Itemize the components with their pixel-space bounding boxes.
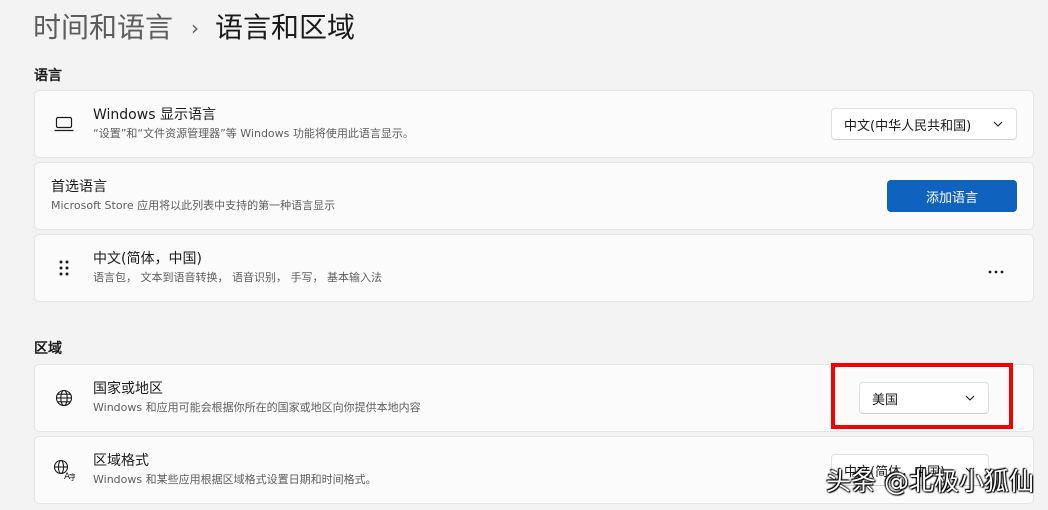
drag-handle-icon[interactable] <box>53 257 75 279</box>
display-language-card: Windows 显示语言 “设置”和“文件资源管理器”等 Windows 功能将… <box>34 90 1034 158</box>
language-item-description: 语言包， 文本到语音转换， 语音识别， 手写， 基本输入法 <box>93 271 382 284</box>
preferred-languages-title: 首选语言 <box>51 179 107 195</box>
watermark-text: 头条 @北极小狐仙 <box>826 467 1034 496</box>
globe-icon <box>53 387 75 409</box>
chevron-down-icon <box>992 118 1004 130</box>
add-language-button[interactable]: 添加语言 <box>887 180 1017 212</box>
breadcrumb: 时间和语言 › 语言和区域 <box>33 8 355 48</box>
annotation-highlight-box <box>831 363 1013 429</box>
breadcrumb-separator: › <box>191 16 200 40</box>
section-label-language: 语言 <box>34 68 62 84</box>
display-language-title: Windows 显示语言 <box>93 107 216 123</box>
display-language-value: 中文(中华人民共和国) <box>844 118 972 134</box>
section-label-region: 区域 <box>34 341 62 357</box>
regional-format-icon: A 字 <box>53 459 75 481</box>
display-language-description: “设置”和“文件资源管理器”等 Windows 功能将使用此语言显示。 <box>93 127 414 140</box>
preferred-languages-description: Microsoft Store 应用将以此列表中支持的第一种语言显示 <box>51 199 336 212</box>
language-item-zh-cn: 中文(简体，中国) 语言包， 文本到语音转换， 语音识别， 手写， 基本输入法 <box>34 234 1034 302</box>
display-language-dropdown[interactable]: 中文(中华人民共和国) <box>831 108 1017 140</box>
regional-format-title: 区域格式 <box>93 453 149 469</box>
country-region-title: 国家或地区 <box>93 381 163 397</box>
svg-text:字: 字 <box>69 472 75 481</box>
more-icon <box>988 259 1004 278</box>
page-title: 语言和区域 <box>215 11 356 44</box>
preferred-languages-card: 首选语言 Microsoft Store 应用将以此列表中支持的第一种语言显示 … <box>34 162 1034 230</box>
breadcrumb-parent-link[interactable]: 时间和语言 <box>33 8 173 48</box>
language-item-title: 中文(简体，中国) <box>93 251 202 267</box>
regional-format-description: Windows 和某些应用根据区域格式设置日期和时间格式。 <box>93 473 377 486</box>
more-options-button[interactable] <box>981 253 1011 283</box>
country-region-description: Windows 和应用可能会根据你所在的国家或地区向你提供本地内容 <box>93 401 421 414</box>
laptop-icon <box>53 113 75 135</box>
